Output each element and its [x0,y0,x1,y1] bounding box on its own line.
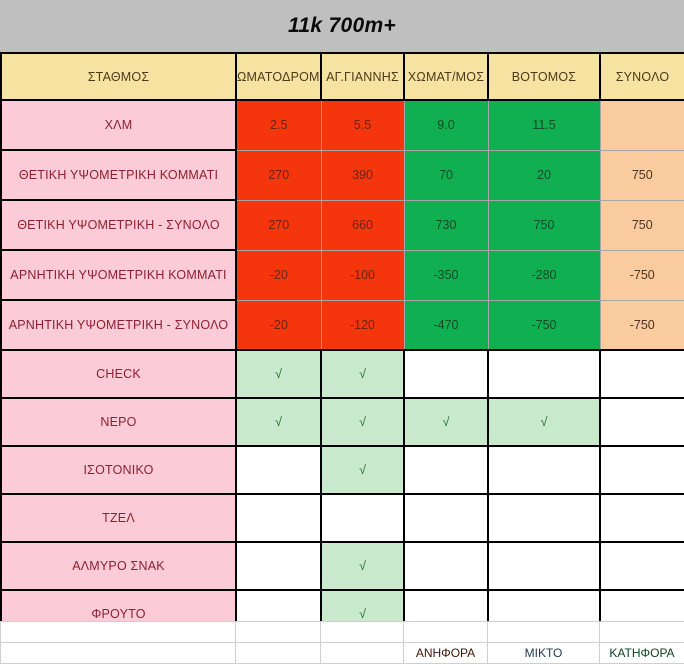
empty-cell[interactable] [488,542,600,590]
data-cell[interactable]: -750 [600,250,684,300]
checkmark-cell[interactable]: √ [404,398,488,446]
column-header-1[interactable]: ΩΜΑΤΟΔΡΟΜΟ [236,53,321,100]
data-cell[interactable]: -100 [321,250,404,300]
checkmark-cell[interactable]: √ [321,398,404,446]
spreadsheet-sheet: 11k 700m+ ΣΤΑΘΜΟΣΩΜΑΤΟΔΡΟΜΟΑΓ.ΓΙΑΝΝΗΣΧΩΜ… [0,0,684,663]
empty-cell[interactable] [404,494,488,542]
data-cell[interactable]: 750 [600,150,684,200]
empty-cell[interactable] [236,494,321,542]
empty-cell[interactable] [488,350,600,398]
table-row: ΘΕΤΙΚΗ ΥΨΟΜΕΤΡΙΚΗ - ΣΥΝΟΛΟ27066073075075… [1,200,684,250]
data-cell[interactable]: 70 [404,150,488,200]
table-row: ΑΡΝΗΤΙΚΗ ΥΨΟΜΕΤΡΙΚΗ ΚΟΜΜΑΤΙ-20-100-350-2… [1,250,684,300]
table-row: ΤΖΕΛ [1,494,684,542]
empty-cell[interactable] [321,622,404,643]
empty-cell[interactable] [321,494,404,542]
data-cell[interactable]: 750 [600,200,684,250]
column-header-3[interactable]: ΧΩΜΑΤ/ΜΟΣ [404,53,488,100]
empty-cell[interactable] [404,542,488,590]
empty-cell[interactable] [488,494,600,542]
data-cell[interactable]: -280 [488,250,600,300]
data-cell[interactable]: 270 [236,150,321,200]
legend-swatch-1[interactable]: ΜΙΚΤΟ [488,643,600,664]
table-row: CHECK√√ [1,350,684,398]
empty-cell[interactable] [600,350,684,398]
data-cell[interactable]: 9.0 [404,100,488,150]
column-header-4[interactable]: ΒΟΤΟΜΟΣ [488,53,600,100]
empty-cell[interactable] [404,446,488,494]
data-cell[interactable]: -750 [600,300,684,350]
empty-cell[interactable] [236,446,321,494]
legend-swatch-2[interactable]: ΚΑΤΗΦΟΡΑ [600,643,684,664]
empty-cell[interactable] [488,446,600,494]
column-header-0[interactable]: ΣΤΑΘΜΟΣ [1,53,236,100]
empty-cell[interactable] [600,542,684,590]
row-label[interactable]: ΘΕΤΙΚΗ ΥΨΟΜΕΤΡΙΚΗ - ΣΥΝΟΛΟ [1,200,236,250]
row-label[interactable]: ΧΛΜ [1,100,236,150]
legend-row: ΑΝΗΦΟΡΑΜΙΚΤΟΚΑΤΗΦΟΡΑ [1,643,684,664]
column-header-label: ΩΜΑΤΟΔΡΟΜΟ [237,70,320,84]
data-cell[interactable]: 390 [321,150,404,200]
empty-cell[interactable] [321,643,404,664]
row-label[interactable]: ΝΕΡΟ [1,398,236,446]
empty-cell[interactable] [600,622,684,643]
table-row: ΙΣΟΤΟΝΙΚΟ √ [1,446,684,494]
data-cell[interactable]: 660 [321,200,404,250]
data-cell[interactable]: 11.5 [488,100,600,150]
data-cell[interactable]: 20 [488,150,600,200]
route-stations-table: ΣΤΑΘΜΟΣΩΜΑΤΟΔΡΟΜΟΑΓ.ΓΙΑΝΝΗΣΧΩΜΑΤ/ΜΟΣΒΟΤΟ… [0,52,684,639]
table-row: ΝΕΡΟ√√√√ [1,398,684,446]
data-cell[interactable]: 750 [488,200,600,250]
empty-cell[interactable] [236,643,321,664]
legend-table: ΑΝΗΦΟΡΑΜΙΚΤΟΚΑΤΗΦΟΡΑ [0,621,684,664]
checkmark-cell[interactable]: √ [321,446,404,494]
row-label[interactable]: ΤΖΕΛ [1,494,236,542]
empty-cell[interactable] [600,398,684,446]
column-header-5[interactable]: ΣΥΝΟΛΟ [600,53,684,100]
row-label[interactable]: ΑΛΜΥΡΟ ΣΝΑΚ [1,542,236,590]
page-title: 11k 700m+ [288,14,396,38]
data-cell[interactable]: 2.5 [236,100,321,150]
data-cell[interactable] [600,100,684,150]
data-cell[interactable]: 730 [404,200,488,250]
table-row: ΧΛΜ2.55.59.011.5 [1,100,684,150]
data-cell[interactable]: -350 [404,250,488,300]
title-band: 11k 700m+ [0,0,684,52]
table-row: ΑΛΜΥΡΟ ΣΝΑΚ √ [1,542,684,590]
checkmark-cell[interactable]: √ [321,542,404,590]
data-cell[interactable]: -750 [488,300,600,350]
empty-cell[interactable] [404,622,488,643]
checkmark-cell[interactable]: √ [236,350,321,398]
data-cell[interactable]: -120 [321,300,404,350]
legend-swatch-0[interactable]: ΑΝΗΦΟΡΑ [404,643,488,664]
row-label[interactable]: ΑΡΝΗΤΙΚΗ ΥΨΟΜΕΤΡΙΚΗ - ΣΥΝΟΛΟ [1,300,236,350]
empty-cell[interactable] [236,542,321,590]
row-label[interactable]: ΘΕΤΙΚΗ ΥΨΟΜΕΤΡΙΚΗ ΚΟΜΜΑΤΙ [1,150,236,200]
empty-cell[interactable] [1,622,236,643]
data-cell[interactable]: 270 [236,200,321,250]
empty-cell[interactable] [488,622,600,643]
table-row: ΘΕΤΙΚΗ ΥΨΟΜΕΤΡΙΚΗ ΚΟΜΜΑΤΙ2703907020750 [1,150,684,200]
empty-cell[interactable] [600,446,684,494]
row-label[interactable]: ΑΡΝΗΤΙΚΗ ΥΨΟΜΕΤΡΙΚΗ ΚΟΜΜΑΤΙ [1,250,236,300]
checkmark-cell[interactable]: √ [321,350,404,398]
empty-cell[interactable] [600,494,684,542]
empty-row [1,622,684,643]
table-header-row: ΣΤΑΘΜΟΣΩΜΑΤΟΔΡΟΜΟΑΓ.ΓΙΑΝΝΗΣΧΩΜΑΤ/ΜΟΣΒΟΤΟ… [1,53,684,100]
data-cell[interactable]: -470 [404,300,488,350]
row-label[interactable]: ΙΣΟΤΟΝΙΚΟ [1,446,236,494]
column-header-2[interactable]: ΑΓ.ΓΙΑΝΝΗΣ [321,53,404,100]
table-row: ΑΡΝΗΤΙΚΗ ΥΨΟΜΕΤΡΙΚΗ - ΣΥΝΟΛΟ-20-120-470-… [1,300,684,350]
empty-cell[interactable] [404,350,488,398]
data-cell[interactable]: -20 [236,300,321,350]
row-label[interactable]: CHECK [1,350,236,398]
data-cell[interactable]: 5.5 [321,100,404,150]
empty-cell[interactable] [1,643,236,664]
empty-cell[interactable] [236,622,321,643]
checkmark-cell[interactable]: √ [236,398,321,446]
checkmark-cell[interactable]: √ [488,398,600,446]
data-cell[interactable]: -20 [236,250,321,300]
